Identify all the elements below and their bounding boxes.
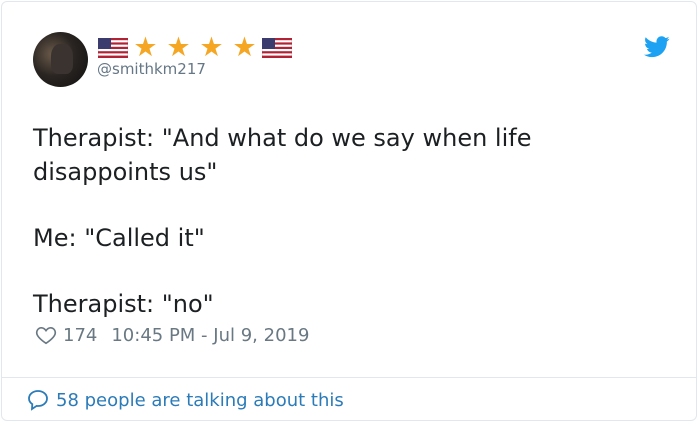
conversation-link[interactable]: 58 people are talking about this — [26, 388, 344, 412]
speech-bubble-icon — [28, 390, 48, 411]
star-icon: ★ — [199, 32, 224, 63]
star-icon: ★ — [166, 32, 191, 63]
us-flag-icon — [98, 38, 128, 58]
divider — [2, 377, 696, 378]
star-icon: ★ — [232, 32, 257, 63]
user-handle[interactable]: @smithkm217 — [97, 60, 206, 78]
tweet-line: Therapist: "no" — [33, 290, 214, 318]
timestamp[interactable]: 10:45 PM - Jul 9, 2019 — [111, 325, 309, 346]
tweet-text: Therapist: "And what do we say when life… — [33, 121, 653, 321]
conversation-label: 58 people are talking about this — [56, 389, 344, 411]
tweet-meta: 174 10:45 PM - Jul 9, 2019 — [35, 324, 309, 346]
avatar[interactable] — [33, 32, 88, 87]
like-count[interactable]: 174 — [63, 325, 97, 346]
tweet-line: Therapist: "And what do we say when life… — [33, 124, 532, 186]
heart-icon[interactable] — [35, 324, 57, 346]
tweet-line: Me: "Called it" — [33, 224, 205, 252]
display-name[interactable]: ★ ★ ★ ★ — [98, 32, 292, 63]
tweet-card: ★ ★ ★ ★ @smithkm217 Therapist: "And what… — [1, 1, 697, 421]
twitter-bird-icon[interactable] — [644, 36, 670, 58]
star-icon: ★ — [133, 32, 158, 63]
us-flag-icon — [262, 38, 292, 58]
